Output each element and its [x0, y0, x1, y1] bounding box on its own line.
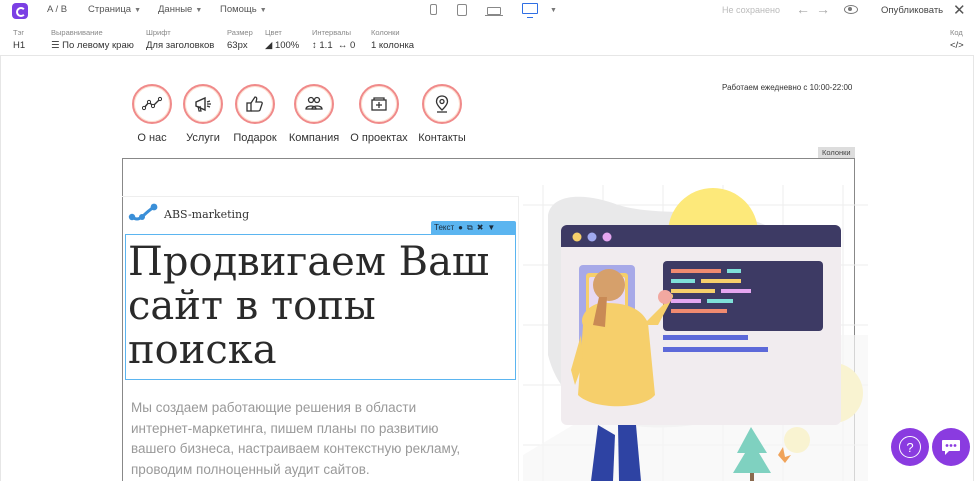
tablet-view-icon[interactable] — [457, 4, 467, 16]
properties-bar: Тэг H1 Выравнивание ☰ По левому краю Шри… — [0, 26, 974, 56]
ab-test-button[interactable]: A / B — [47, 4, 67, 15]
text-toolbar-label: Текст — [434, 223, 455, 232]
save-status: Не сохранено — [722, 5, 780, 15]
align-left-icon: ☰ — [51, 40, 60, 51]
size-property[interactable]: Размер 63px — [227, 28, 253, 51]
color-property[interactable]: Цвет ◢ 100% — [265, 28, 299, 51]
duplicate-icon[interactable]: ⧉ — [467, 221, 473, 234]
view-dropdown-icon[interactable]: ▼ — [550, 7, 557, 14]
hero-description[interactable]: Мы создаем работающие решения в области … — [131, 398, 461, 480]
app-logo[interactable] — [12, 3, 28, 19]
nav-item-company[interactable]: Компания — [289, 84, 339, 144]
brand-name: ABS-marketing — [164, 208, 250, 221]
chevron-down-icon: ▼ — [134, 7, 141, 14]
chat-bubble-icon — [942, 440, 960, 455]
chevron-down-icon[interactable]: ▼ — [487, 221, 495, 234]
text-element-toolbar[interactable]: Текст ● ⧉ ✖ ▼ — [431, 221, 516, 234]
working-hours: Работаем ежедневно с 10:00-22:00 — [722, 83, 853, 92]
thumbs-up-icon — [235, 84, 275, 124]
editor-window: A / B Страница ▼ Данные ▼ Помощь ▼ ▼ Не сох… — [0, 0, 974, 481]
preview-eye-icon[interactable] — [844, 5, 858, 14]
font-property[interactable]: Шрифт Для заголовков — [146, 28, 214, 51]
letter-spacing-icon: ↔ — [337, 40, 348, 51]
nav-item-about[interactable]: О нас — [132, 84, 172, 144]
brand-logo-icon — [128, 203, 158, 221]
laptop-view-icon[interactable] — [485, 7, 503, 17]
menu-help[interactable]: Помощь ▼ — [220, 4, 267, 15]
chevron-down-icon: ▼ — [259, 7, 267, 14]
columns-property[interactable]: Колонки 1 колонка — [371, 28, 414, 51]
nav-item-contacts[interactable]: Контакты — [418, 84, 466, 144]
desktop-view-icon[interactable] — [522, 3, 538, 18]
columns-tag[interactable]: Колонки — [818, 147, 855, 158]
team-icon — [294, 84, 334, 124]
hero-headline[interactable]: Продвигаем Ваш сайт в топы поиска — [128, 240, 508, 372]
hero-illustration — [523, 185, 868, 481]
help-button[interactable]: ? — [891, 428, 929, 466]
chart-line-icon — [132, 84, 172, 124]
menu-page[interactable]: Страница ▼ — [88, 4, 141, 15]
nav-item-services[interactable]: Услуги — [183, 84, 223, 144]
drop-icon[interactable]: ● — [458, 221, 463, 234]
align-property[interactable]: Выравнивание ☰ По левому краю — [51, 28, 134, 51]
spacing-property[interactable]: Интервалы ↕ 1.1 ↔ 0 — [312, 28, 355, 51]
color-triangle-icon: ◢ — [265, 40, 273, 51]
top-bar: A / B Страница ▼ Данные ▼ Помощь ▼ ▼ Не сох… — [0, 0, 974, 22]
mobile-view-icon[interactable] — [430, 4, 437, 15]
nav-item-gift[interactable]: Подарок — [233, 84, 277, 144]
nav-item-projects[interactable]: О проектах — [350, 84, 408, 144]
line-height-icon: ↕ — [312, 40, 317, 51]
chevron-down-icon: ▼ — [195, 7, 203, 14]
undo-icon[interactable]: ← — [796, 1, 810, 17]
megaphone-icon — [183, 84, 223, 124]
code-icon: </> — [950, 40, 964, 51]
delete-icon[interactable]: ✖ — [477, 221, 484, 234]
tag-property[interactable]: Тэг H1 — [13, 28, 25, 51]
code-property[interactable]: Код </> — [950, 28, 964, 51]
chat-button[interactable] — [932, 428, 970, 466]
menu-data[interactable]: Данные ▼ — [158, 4, 202, 15]
redo-icon[interactable]: → — [816, 1, 830, 17]
publish-button[interactable]: Опубликовать — [881, 5, 943, 16]
close-icon[interactable]: ✕ — [953, 1, 966, 19]
projects-icon — [359, 84, 399, 124]
location-pin-icon — [422, 84, 462, 124]
question-icon: ? — [899, 436, 921, 458]
